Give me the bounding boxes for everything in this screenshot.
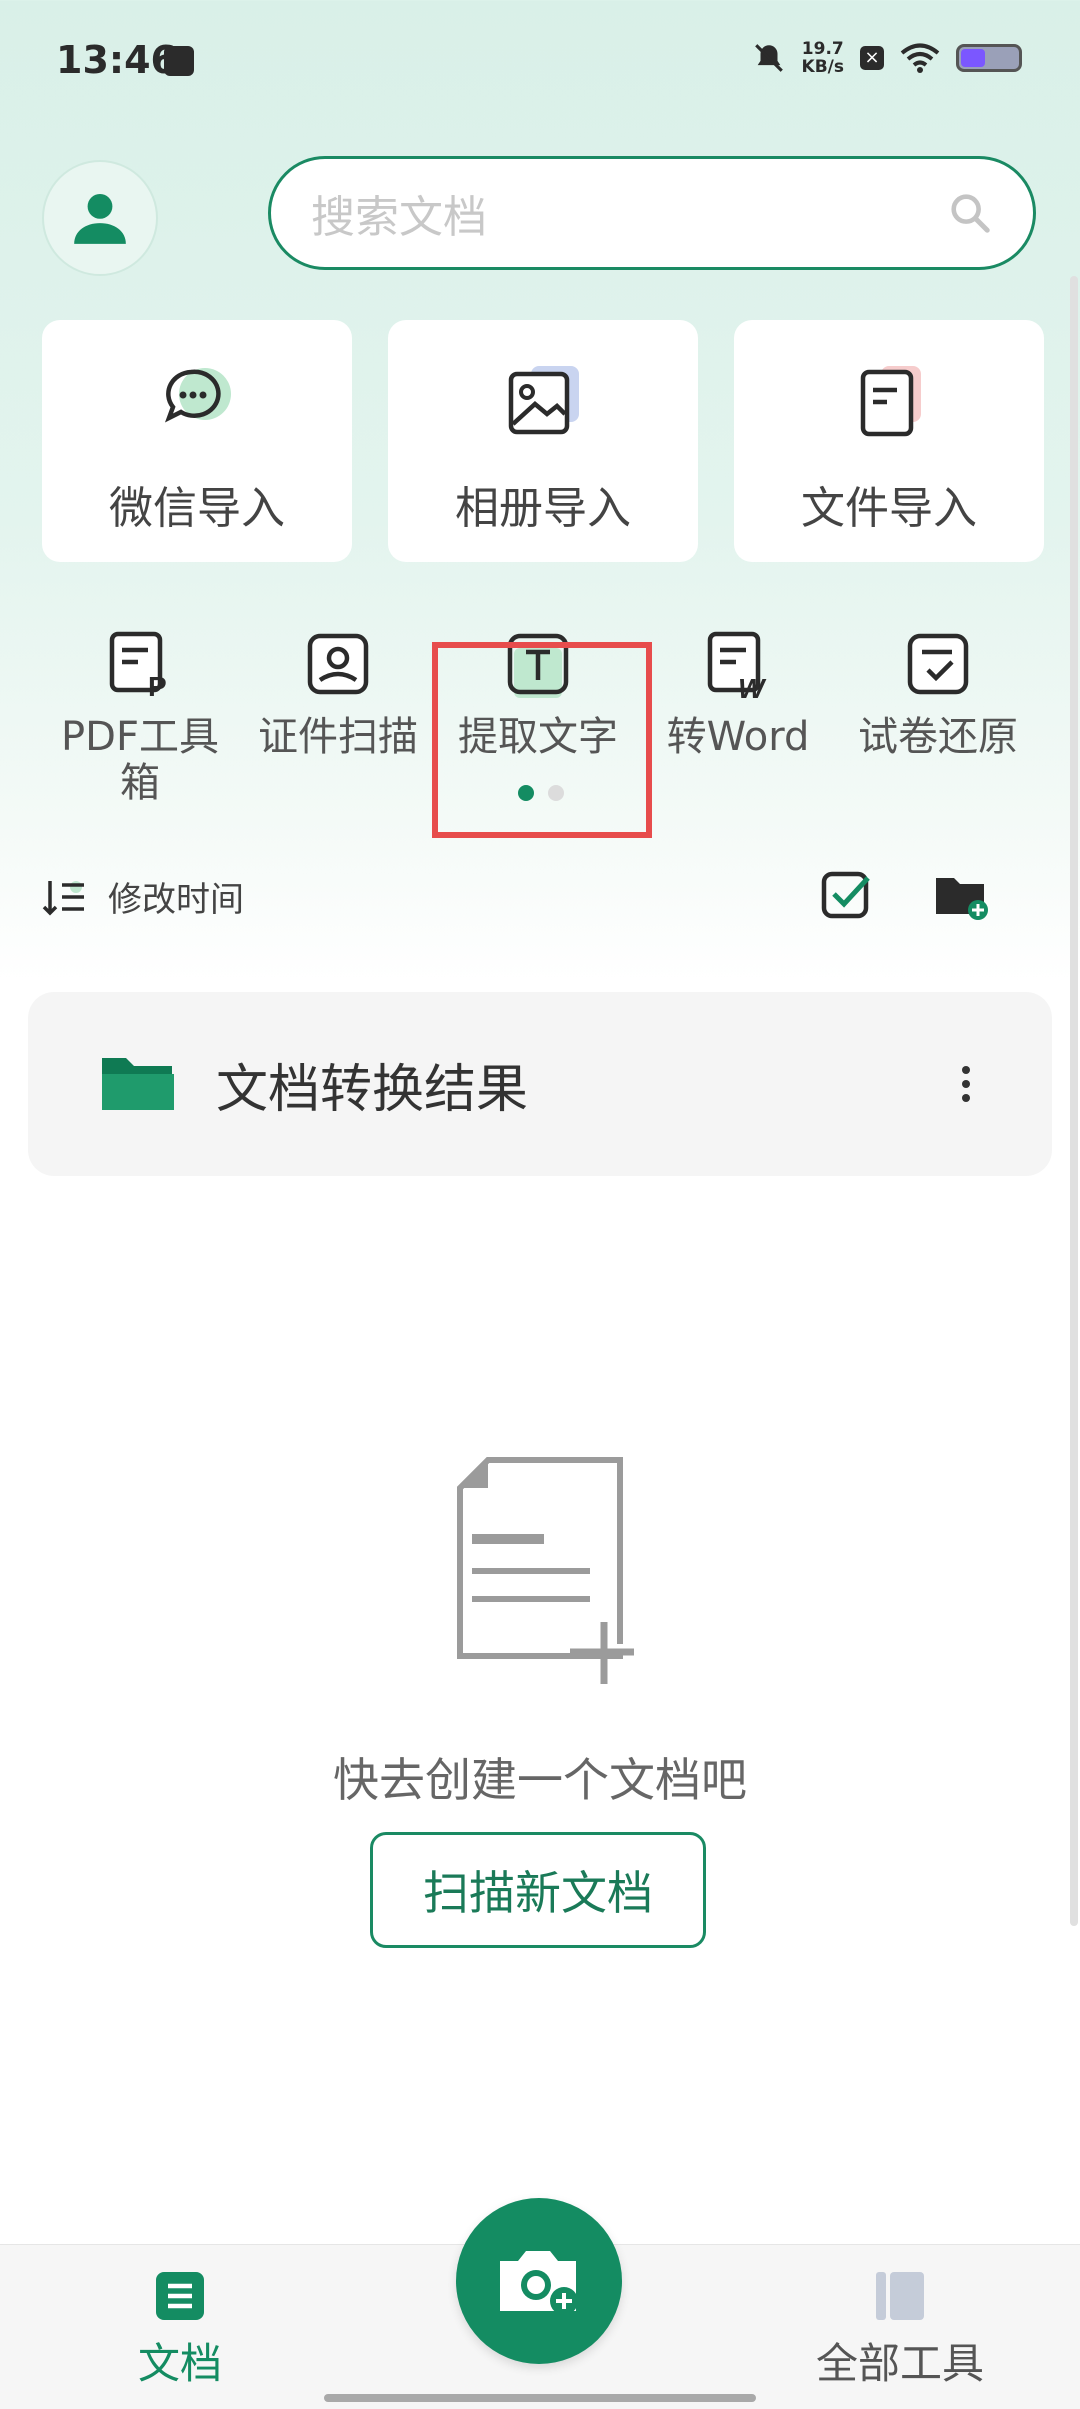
tool-exam-restore[interactable]: 试卷还原: [838, 612, 1038, 760]
scrollbar[interactable]: [1070, 276, 1078, 1926]
battery-icon: [956, 44, 1022, 72]
sort-toggle[interactable]: 修改时间: [42, 872, 244, 921]
status-time: 13:46: [56, 38, 177, 82]
sort-icon: [42, 880, 84, 915]
tool-id-scan[interactable]: 证件扫描: [238, 612, 438, 760]
select-button[interactable]: [818, 866, 874, 926]
folder-name: 文档转换结果: [216, 1059, 529, 1120]
id-scan-icon: [307, 633, 369, 695]
folder-icon: [102, 1058, 174, 1110]
tool-label: PDF工具箱: [61, 714, 219, 806]
search-bar[interactable]: 搜索文档: [268, 156, 1036, 270]
card-label: 文件导入: [801, 483, 977, 534]
card-label: 相册导入: [455, 483, 631, 534]
wechat-icon: [164, 368, 231, 423]
exam-restore-icon: [907, 633, 969, 695]
all-tools-icon: [876, 2272, 924, 2320]
speed-unit: KB/s: [801, 57, 844, 77]
search-input[interactable]: 搜索文档: [311, 181, 947, 245]
nav-docs-label: 文档: [137, 2339, 222, 2388]
file-icon: [860, 366, 921, 437]
nav-docs[interactable]: 文档: [70, 2270, 290, 2391]
new-folder-button[interactable]: [932, 866, 992, 926]
page-indicator: [518, 785, 564, 801]
tool-label: 试卷还原: [858, 714, 1018, 760]
scan-new-document-button[interactable]: 扫描新文档: [370, 1832, 706, 1948]
nav-all-tools[interactable]: 全部工具: [790, 2270, 1010, 2391]
album-import-card[interactable]: 相册导入: [388, 320, 698, 562]
pdf-tools-icon: P: [109, 631, 167, 700]
app-notification-icon: [164, 46, 194, 76]
home-indicator[interactable]: [324, 2394, 756, 2402]
wifi-icon: [900, 43, 940, 73]
folder-row[interactable]: 文档转换结果: [28, 992, 1052, 1176]
camera-scan-button[interactable]: [456, 2198, 622, 2364]
highlight-box: [432, 642, 652, 838]
avatar[interactable]: [42, 160, 158, 276]
search-icon[interactable]: [947, 190, 993, 236]
wechat-import-card[interactable]: 微信导入: [42, 320, 352, 562]
to-word-icon: W: [707, 631, 767, 700]
page-dot: [548, 785, 564, 801]
docs-icon: [156, 2272, 204, 2320]
album-icon: [508, 366, 579, 435]
tool-to-word[interactable]: W 转Word: [638, 612, 838, 760]
nav-all-tools-label: 全部工具: [815, 2339, 984, 2388]
svg-text:P: P: [148, 671, 167, 700]
mute-icon: [754, 44, 783, 72]
more-options-icon[interactable]: [962, 1066, 970, 1102]
card-label: 微信导入: [109, 483, 285, 534]
checkbox-select-icon: [821, 871, 870, 919]
network-speed: 19.7 KB/s: [802, 40, 844, 76]
empty-message: 快去创建一个文档吧: [333, 1753, 747, 1807]
new-folder-icon: [936, 878, 988, 920]
file-import-card[interactable]: 文件导入: [734, 320, 1044, 562]
camera-icon: [500, 2251, 578, 2315]
tool-label: 证件扫描: [258, 714, 418, 760]
tool-label: 转Word: [666, 714, 810, 760]
tool-pdf-toolbox[interactable]: P PDF工具箱: [40, 612, 240, 806]
sort-label: 修改时间: [108, 880, 244, 920]
empty-document-icon: [457, 1457, 634, 1684]
speed-value: 19.7: [801, 39, 844, 59]
status-icons: 19.7 KB/s ×: [752, 40, 1022, 76]
svg-text:W: W: [738, 673, 767, 700]
page-dot-active: [518, 785, 534, 801]
sim-off-icon: ×: [860, 46, 884, 70]
user-icon: [74, 193, 126, 244]
